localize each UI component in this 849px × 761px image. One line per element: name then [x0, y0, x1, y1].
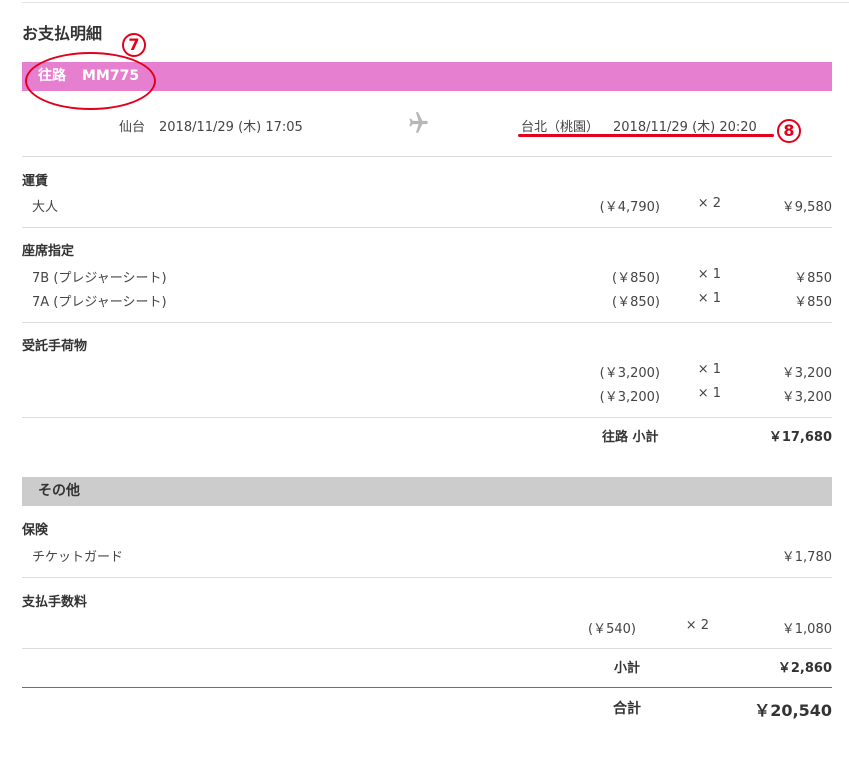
- seat-label: 7A (プレジャーシート): [32, 295, 167, 310]
- amount: ￥850: [794, 295, 832, 310]
- outbound-subtotal-amount: ￥17,680: [768, 430, 832, 445]
- amount: ￥9,580: [781, 200, 832, 215]
- baggage-section-title: 受託手荷物: [22, 339, 88, 354]
- arrival-info: 台北（桃園） 2018/11/29 (木) 20:20: [521, 116, 757, 135]
- top-divider: [22, 2, 849, 3]
- divider: [22, 156, 832, 157]
- seat-section-title: 座席指定: [22, 244, 75, 259]
- other-subtotal-amount: ￥2,860: [777, 661, 832, 676]
- amount: ￥850: [794, 271, 832, 286]
- departure-datetime: 2018/11/29 (木) 17:05: [159, 120, 303, 135]
- annotation-eight: 8: [777, 119, 801, 143]
- departure-info: 仙台 2018/11/29 (木) 17:05: [119, 116, 303, 135]
- airplane-icon: [409, 112, 428, 133]
- amount: ￥3,200: [781, 390, 832, 405]
- outbound-subtotal-label: 往路 小計: [602, 430, 659, 445]
- insurance-label: チケットガード: [32, 550, 124, 565]
- unit-price: (￥540): [588, 622, 636, 637]
- divider: [22, 648, 832, 649]
- divider: [22, 227, 832, 228]
- other-subtotal-label: 小計: [614, 661, 641, 676]
- quantity: × 1: [697, 291, 721, 306]
- unit-price: (￥4,790): [599, 200, 660, 215]
- divider: [22, 322, 832, 323]
- total-amount: ￥20,540: [754, 701, 832, 720]
- annotation-circle: [25, 52, 156, 110]
- payment-fee-row: (￥540) × 2 ￥1,080: [22, 618, 832, 638]
- annotation-seven: 7: [122, 33, 146, 57]
- baggage-row: (￥3,200) × 1 ￥3,200: [22, 386, 832, 406]
- arrival-city: 台北（桃園）: [521, 120, 600, 135]
- amount: ￥1,780: [781, 550, 832, 565]
- quantity: × 1: [697, 362, 721, 377]
- departure-city: 仙台: [119, 120, 146, 135]
- amount: ￥1,080: [781, 622, 832, 637]
- seat-row: 7A (プレジャーシート) (￥850) × 1 ￥850: [22, 291, 832, 311]
- total-divider: [22, 687, 832, 688]
- divider: [22, 577, 832, 578]
- amount: ￥3,200: [781, 366, 832, 381]
- unit-price: (￥3,200): [599, 390, 660, 405]
- seat-label: 7B (プレジャーシート): [32, 271, 167, 286]
- total-label: 合計: [613, 701, 641, 717]
- insurance-row: チケットガード ￥1,780: [22, 546, 832, 566]
- fare-section-title: 運賃: [22, 174, 49, 189]
- quantity: × 1: [697, 267, 721, 282]
- unit-price: (￥850): [612, 295, 660, 310]
- quantity: × 2: [697, 196, 721, 211]
- other-header-band: その他: [22, 477, 832, 506]
- baggage-row: (￥3,200) × 1 ￥3,200: [22, 362, 832, 382]
- payment-fee-section-title: 支払手数料: [22, 595, 88, 610]
- arrival-datetime: 2018/11/29 (木) 20:20: [613, 120, 757, 135]
- fare-row: 大人 (￥4,790) × 2 ￥9,580: [22, 196, 832, 216]
- insurance-section-title: 保険: [22, 523, 49, 538]
- unit-price: (￥3,200): [599, 366, 660, 381]
- seat-row: 7B (プレジャーシート) (￥850) × 1 ￥850: [22, 267, 832, 287]
- quantity: × 1: [697, 386, 721, 401]
- quantity: × 2: [685, 618, 709, 633]
- annotation-underline: [518, 134, 774, 137]
- divider: [22, 417, 832, 418]
- unit-price: (￥850): [612, 271, 660, 286]
- page-title: お支払明細: [22, 24, 103, 43]
- fare-label: 大人: [32, 200, 59, 215]
